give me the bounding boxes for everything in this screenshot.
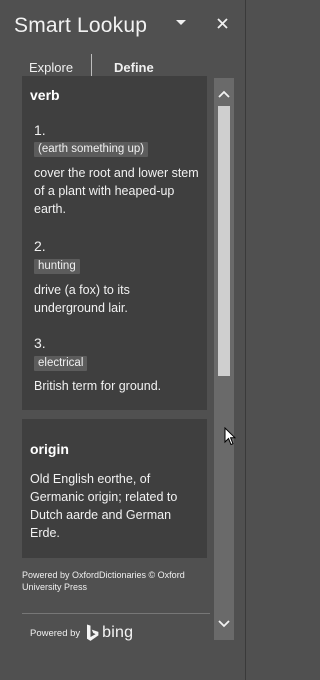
origin-heading: origin [30,441,69,457]
smart-lookup-pane: Smart Lookup Explore Define verb 1. (ear… [0,0,246,680]
sense-tag: hunting [34,259,80,274]
sense-definition: British term for ground. [34,379,162,393]
sense-number: 3. [34,335,46,351]
mouse-pointer-icon [224,427,236,446]
tab-bar: Explore Define [0,54,210,76]
sense-number: 2. [34,238,46,254]
scroll-track[interactable] [214,106,234,612]
powered-by-bing[interactable]: Powered by bing [30,624,133,642]
tab-explore[interactable]: Explore [29,60,73,75]
sense-number: 1. [34,122,46,138]
vertical-scrollbar[interactable] [214,78,234,640]
bing-label: bing [102,624,134,641]
scroll-up-icon [218,90,230,98]
scroll-down-icon [218,620,230,628]
tab-separator [91,54,92,76]
tab-define[interactable]: Define [114,60,154,75]
scroll-down-button[interactable] [214,614,234,634]
bing-logo-icon [87,624,99,641]
oxford-credit: Powered by OxfordDictionaries © Oxford U… [22,570,185,592]
footer-divider [22,613,210,614]
pane-options-button[interactable] [174,16,188,30]
results-area: verb 1. (earth something up) cover the r… [0,76,210,676]
origin-text: Old English eorthe, of Germanic origin; … [30,472,178,540]
verb-card: verb 1. (earth something up) cover the r… [22,76,207,410]
scroll-thumb[interactable] [218,106,230,376]
origin-card: origin Old English eorthe, of Germanic o… [22,419,207,558]
sense-definition: cover the root and lower stem of a plant… [34,166,199,216]
pane-title: Smart Lookup [14,14,148,37]
sense-tag: (earth something up) [34,142,149,157]
sense-definition: drive (a fox) to its underground lair. [34,283,130,315]
sense-tag: electrical [34,356,88,371]
close-button[interactable] [213,14,231,32]
scroll-up-button[interactable] [214,84,234,104]
close-icon [216,17,228,29]
chevron-down-icon [176,20,186,25]
powered-by-label: Powered by [30,627,81,639]
verb-heading: verb [30,87,60,103]
